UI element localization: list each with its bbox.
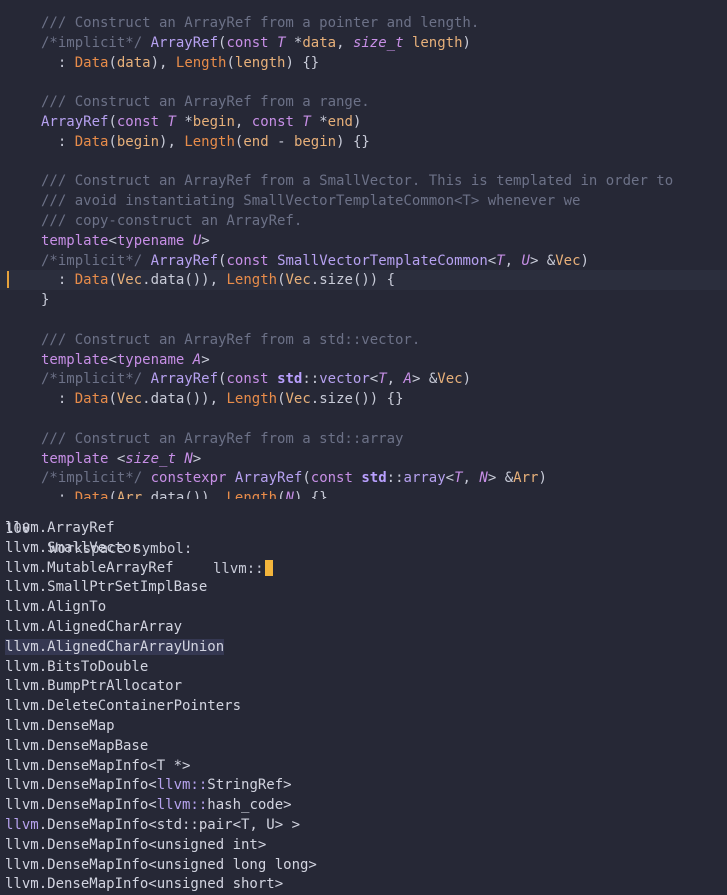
- code-text: }: [41, 292, 50, 309]
- code-line[interactable]: template <size_t N>: [0, 449, 727, 469]
- symbol-result-item[interactable]: llvm.DenseMapInfo<unsigned short>: [0, 875, 727, 895]
- code-text: /*implicit*/ ArrayRef(const SmallVectorT…: [41, 252, 589, 269]
- code-text: ArrayRef(const T *begin, const T *end): [41, 114, 362, 130]
- code-text: template <size_t N>: [41, 450, 202, 467]
- code-text: : Data(data), Length(length) {}: [41, 54, 320, 71]
- code-line[interactable]: template<typename A>: [0, 350, 727, 370]
- code-line[interactable]: /*implicit*/ ArrayRef(const SmallVectorT…: [0, 251, 727, 271]
- symbol-result-item[interactable]: llvm.AlignedCharArray: [0, 618, 727, 638]
- symbol-result-item[interactable]: llvm.DeleteContainerPointers: [0, 697, 727, 717]
- code-editor[interactable]: /// Construct an ArrayRef from a pointer…: [0, 0, 727, 502]
- code-line[interactable]: /*implicit*/ ArrayRef(const T *data, siz…: [0, 33, 727, 53]
- symbol-result-item[interactable]: llvm.DenseMap: [0, 717, 727, 737]
- symbol-result-item[interactable]: llvm.AlignedCharArrayUnion: [0, 638, 727, 658]
- symbol-result-label: llvm.BumpPtrAllocator: [5, 678, 183, 695]
- code-text: /// avoid instantiating SmallVectorTempl…: [41, 193, 581, 210]
- code-line[interactable]: [0, 152, 727, 172]
- symbol-result-label: llvm.BitsToDouble: [5, 658, 149, 675]
- symbol-result-item[interactable]: llvm.DenseMapBase: [0, 737, 727, 757]
- symbol-result-label: llvm.DenseMap: [5, 717, 115, 734]
- code-text: /// Construct an ArrayRef from a SmallVe…: [41, 173, 674, 190]
- symbol-result-item[interactable]: llvm.MutableArrayRef: [0, 559, 727, 579]
- symbol-picker-prompt[interactable]: 100 Workspace symbol: llvm::: [0, 499, 727, 577]
- code-line[interactable]: /// avoid instantiating SmallVectorTempl…: [0, 191, 727, 211]
- symbol-result-label: llvm.AlignTo: [5, 599, 107, 616]
- code-line[interactable]: : Data(begin), Length(end - begin) {}: [0, 132, 727, 152]
- symbol-result-label: llvm.DeleteContainerPointers: [5, 698, 242, 715]
- symbol-result-label: llvm.DenseMapInfo<T *>: [5, 757, 191, 774]
- symbol-result-item[interactable]: llvm.DenseMapInfo<llvm::StringRef>: [0, 776, 727, 796]
- symbol-result-label: llvm.DenseMapInfo<unsigned long long>: [5, 856, 317, 873]
- code-text: /// Construct an ArrayRef from a pointer…: [41, 15, 480, 31]
- symbol-result-label: llvm.DenseMapInfo<unsigned short>: [5, 876, 284, 893]
- symbol-result-item[interactable]: llvm.DenseMapInfo<unsigned long long>: [0, 856, 727, 876]
- code-line[interactable]: template<typename U>: [0, 231, 727, 251]
- symbol-result-item[interactable]: llvm.BitsToDouble: [0, 658, 727, 678]
- code-text: template<typename U>: [41, 232, 210, 249]
- symbol-result-item[interactable]: llvm.ArrayRef: [0, 519, 727, 539]
- symbol-result-label: llvm.SmallVector: [5, 539, 140, 556]
- code-text: /// Construct an ArrayRef from a std::ar…: [41, 430, 404, 447]
- code-line[interactable]: : Data(data), Length(length) {}: [0, 53, 727, 73]
- code-line[interactable]: /// Construct an ArrayRef from a pointer…: [0, 13, 727, 33]
- code-line[interactable]: : Data(Vec.data()), Length(Vec.size()) {…: [0, 389, 727, 409]
- symbol-result-label: llvm.DenseMapInfo<llvm::hash_code>: [5, 797, 292, 814]
- symbol-result-item[interactable]: llvm.AlignTo: [0, 598, 727, 618]
- code-line[interactable]: /// Construct an ArrayRef from a range.: [0, 92, 727, 112]
- cursor-line-marker: [7, 271, 14, 289]
- symbol-result-item[interactable]: llvm.DenseMapInfo<unsigned int>: [0, 836, 727, 856]
- symbol-result-label: llvm.DenseMapInfo<unsigned int>: [5, 836, 267, 853]
- symbol-result-item[interactable]: llvm.DenseMapInfo<llvm::hash_code>: [0, 796, 727, 816]
- symbol-result-label: llvm.AlignedCharArrayUnion: [5, 638, 225, 655]
- code-text: /*implicit*/ ArrayRef(const std::vector<…: [41, 371, 471, 388]
- code-line[interactable]: /*implicit*/ constexpr ArrayRef(const st…: [0, 468, 727, 488]
- code-text: /// copy-construct an ArrayRef.: [41, 213, 303, 229]
- symbol-result-label: llvm.AlignedCharArray: [5, 618, 183, 635]
- code-line[interactable]: /// copy-construct an ArrayRef.: [0, 211, 727, 231]
- symbol-result-item[interactable]: llvm.SmallPtrSetImplBase: [0, 578, 727, 598]
- symbol-result-label: llvm.MutableArrayRef: [5, 559, 174, 576]
- symbol-result-label: llvm.ArrayRef: [5, 520, 115, 536]
- code-text: : Data(begin), Length(end - begin) {}: [41, 133, 370, 150]
- symbol-result-label: llvm.SmallPtrSetImplBase: [5, 579, 208, 596]
- symbol-result-item[interactable]: llvm.BumpPtrAllocator: [0, 677, 727, 697]
- code-line[interactable]: }: [0, 290, 727, 310]
- code-line[interactable]: /*implicit*/ ArrayRef(const std::vector<…: [0, 369, 727, 389]
- symbol-result-label: llvm.DenseMapBase: [5, 737, 149, 754]
- code-text: /// Construct an ArrayRef from a std::ve…: [41, 331, 421, 348]
- symbol-results-list[interactable]: llvm.ArrayRef llvm.SmallVector llvm.Mutabl…: [0, 519, 727, 895]
- code-line[interactable]: /// Construct an ArrayRef from a std::ar…: [0, 429, 727, 449]
- code-text: : Data(Vec.data()), Length(Vec.size()) {: [41, 272, 396, 289]
- symbol-result-item[interactable]: llvm.SmallVector: [0, 539, 727, 559]
- code-line[interactable]: [0, 72, 727, 92]
- code-line[interactable]: [0, 310, 727, 330]
- code-text: /*implicit*/ ArrayRef(const T *data, siz…: [41, 34, 471, 51]
- code-line[interactable]: /// Construct an ArrayRef from a std::ve…: [0, 330, 727, 350]
- code-text: template<typename A>: [41, 351, 210, 368]
- symbol-result-item[interactable]: llvm.DenseMapInfo<std::pair<T, U> >: [0, 816, 727, 836]
- symbol-result-label: llvm.DenseMapInfo<llvm::StringRef>: [5, 777, 292, 794]
- symbol-result-item[interactable]: llvm.DenseMapInfo<T *>: [0, 757, 727, 777]
- code-text: : Data(Vec.data()), Length(Vec.size()) {…: [41, 391, 404, 408]
- symbol-result-label: llvm.DenseMapInfo<std::pair<T, U> >: [5, 816, 301, 833]
- code-line[interactable]: : Data(Vec.data()), Length(Vec.size()) {: [0, 270, 727, 291]
- code-text: /*implicit*/ constexpr ArrayRef(const st…: [41, 470, 547, 487]
- code-line[interactable]: /// Construct an ArrayRef from a SmallVe…: [0, 171, 727, 191]
- code-line[interactable]: [0, 409, 727, 429]
- code-line[interactable]: ArrayRef(const T *begin, const T *end): [0, 112, 727, 132]
- code-text: /// Construct an ArrayRef from a range.: [41, 94, 370, 111]
